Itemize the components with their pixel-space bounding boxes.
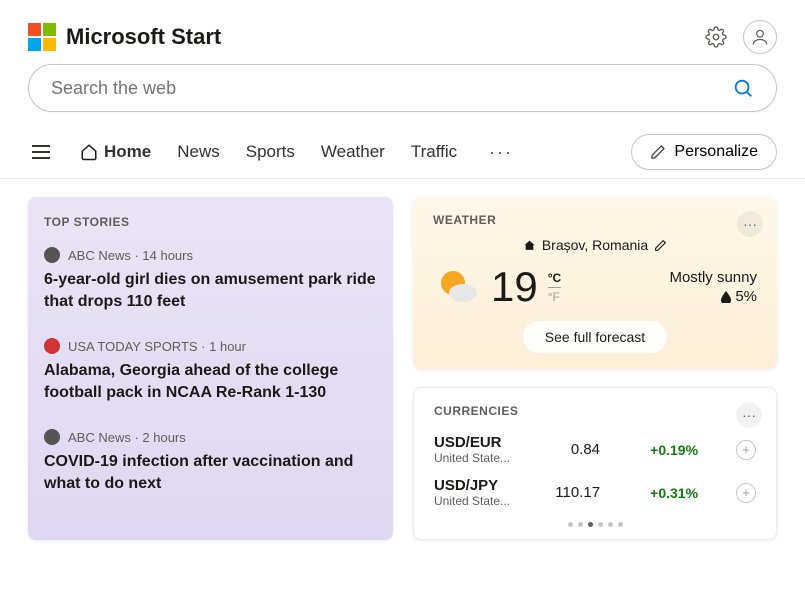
story-item[interactable]: ABC News · 2 hours COVID-19 infection aft…	[44, 429, 377, 494]
nav-label: Sports	[246, 142, 295, 162]
pager-dot[interactable]	[568, 522, 573, 527]
story-source: ABC News · 14 hours	[68, 248, 193, 263]
personalize-button[interactable]: Personalize	[631, 134, 777, 170]
search-icon[interactable]	[732, 77, 754, 99]
person-icon	[750, 27, 770, 47]
currency-pair: USD/JPY	[434, 477, 510, 494]
nav-more-button[interactable]: ···	[489, 142, 513, 163]
currency-value: 0.84	[548, 441, 600, 458]
weather-title: WEATHER	[433, 213, 757, 227]
top-stories-card: TOP STORIES ABC News · 14 hours 6-year-ol…	[28, 197, 393, 540]
currencies-pager[interactable]	[434, 522, 756, 527]
temperature-value: 19	[491, 263, 538, 311]
pager-dot[interactable]	[578, 522, 583, 527]
pencil-icon[interactable]	[654, 239, 667, 252]
story-title: 6-year-old girl dies on amusement park r…	[44, 269, 377, 312]
weather-card: WEATHER ··· Brașov, Romania 19 °C °F Mos…	[413, 197, 777, 369]
brand-title: Microsoft Start	[66, 24, 221, 50]
story-item[interactable]: USA TODAY SPORTS · 1 hour Alabama, Georgi…	[44, 338, 377, 403]
currency-pair: USD/EUR	[434, 434, 510, 451]
currency-row[interactable]: USD/EURUnited State... 0.84 +0.19% +	[434, 428, 756, 471]
nav-traffic[interactable]: Traffic	[411, 142, 457, 162]
currencies-more-button[interactable]: ···	[736, 402, 762, 428]
source-icon	[44, 429, 60, 445]
pencil-icon	[650, 144, 666, 160]
ms-logo-icon	[28, 23, 56, 51]
currency-change: +0.31%	[638, 485, 698, 501]
source-icon	[44, 338, 60, 354]
pager-dot[interactable]	[618, 522, 623, 527]
pager-dot[interactable]	[598, 522, 603, 527]
currency-row[interactable]: USD/JPYUnited State... 110.17 +0.31% +	[434, 471, 756, 514]
nav-news[interactable]: News	[177, 142, 220, 162]
menu-button[interactable]	[28, 141, 54, 163]
top-stories-title: TOP STORIES	[44, 215, 377, 229]
nav-sports[interactable]: Sports	[246, 142, 295, 162]
currency-desc: United State...	[434, 494, 510, 508]
drop-icon	[721, 291, 731, 303]
story-item[interactable]: ABC News · 14 hours 6-year-old girl dies …	[44, 247, 377, 312]
nav-label: Home	[104, 142, 151, 162]
settings-button[interactable]	[701, 22, 731, 52]
personalize-label: Personalize	[674, 143, 758, 161]
home-icon	[80, 143, 98, 161]
humidity-value: 5%	[735, 288, 757, 305]
weather-more-button[interactable]: ···	[737, 211, 763, 237]
location-text: Brașov, Romania	[542, 237, 648, 253]
unit-fahrenheit[interactable]: °F	[548, 290, 561, 304]
nav-weather[interactable]: Weather	[321, 142, 385, 162]
pager-dot[interactable]	[608, 522, 613, 527]
nav-label: Traffic	[411, 142, 457, 162]
search-box[interactable]	[28, 64, 777, 112]
weather-condition: Mostly sunny	[669, 269, 757, 286]
currency-value: 110.17	[548, 484, 600, 501]
story-title: COVID-19 infection after vaccination and…	[44, 451, 377, 494]
nav-home[interactable]: Home	[80, 142, 151, 162]
add-currency-button[interactable]: +	[736, 440, 756, 460]
currency-desc: United State...	[434, 451, 510, 465]
add-currency-button[interactable]: +	[736, 483, 756, 503]
weather-location[interactable]: Brașov, Romania	[433, 237, 757, 253]
unit-celsius[interactable]: °C	[548, 271, 561, 288]
pager-dot[interactable]	[588, 522, 593, 527]
see-forecast-button[interactable]: See full forecast	[523, 321, 667, 353]
home-icon	[523, 239, 536, 252]
gear-icon	[705, 26, 727, 48]
nav-label: News	[177, 142, 220, 162]
currencies-title: CURRENCIES	[434, 404, 756, 418]
currency-change: +0.19%	[638, 442, 698, 458]
search-input[interactable]	[51, 78, 732, 99]
currencies-card: CURRENCIES ··· USD/EURUnited State...0.8…	[413, 387, 777, 540]
brand-logo-group[interactable]: Microsoft Start	[28, 23, 221, 51]
sun-cloud-icon	[433, 263, 481, 311]
temperature-units[interactable]: °C °F	[548, 271, 561, 304]
story-title: Alabama, Georgia ahead of the college fo…	[44, 360, 377, 403]
nav-label: Weather	[321, 142, 385, 162]
story-source: USA TODAY SPORTS · 1 hour	[68, 339, 246, 354]
profile-button[interactable]	[743, 20, 777, 54]
story-source: ABC News · 2 hours	[68, 430, 186, 445]
source-icon	[44, 247, 60, 263]
